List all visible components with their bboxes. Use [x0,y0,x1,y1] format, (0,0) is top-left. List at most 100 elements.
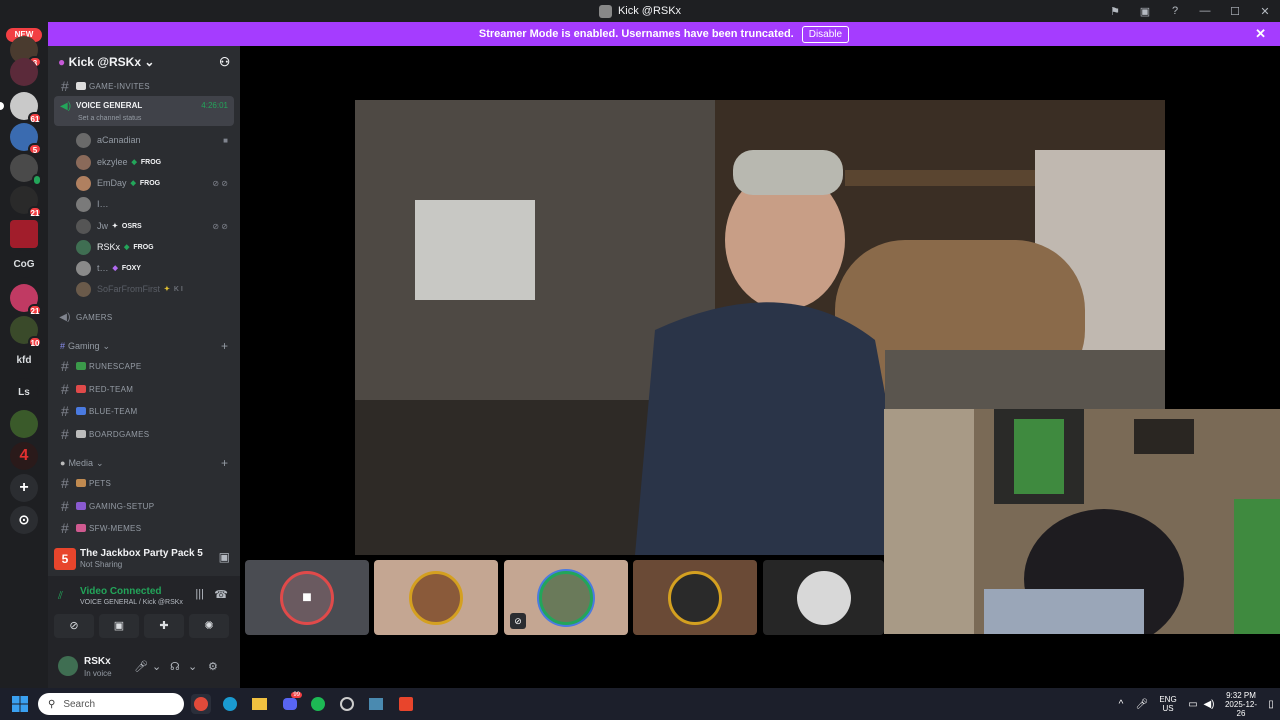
minimize-button[interactable]: — [1190,5,1220,17]
title-bar: Kick @RSKx ⚑ ▣ ? — ☐ ✕ [0,0,1280,22]
server-icon[interactable] [10,410,38,438]
disable-button[interactable]: Disable [801,25,850,43]
headphones-icon[interactable]: ☊ [170,660,180,673]
search-icon: ⚲ [48,698,56,710]
steam-icon[interactable] [366,694,386,714]
server-icon[interactable]: 61 [10,92,42,124]
speaker-icon: ◀) [60,101,72,112]
network-icon[interactable]: ▭ [1186,688,1200,720]
banner-text: Streamer Mode is enabled. Usernames have… [478,28,794,40]
window-title: Kick @RSKx [617,5,682,17]
close-window-button[interactable]: ✕ [1250,5,1280,18]
inbox-icon[interactable]: ⚑ [1100,5,1130,18]
server-ls[interactable]: Ls [10,378,38,406]
current-user: RSKx In voice 🎤︎ ⌄ ☊ ⌄ ⚙ [48,648,240,688]
disconnect-icon[interactable]: ☎ [214,588,228,601]
jackbox-icon: 5 [54,548,76,570]
taskbar: ⚲ Search 99 ^ 🎤︎ ENG US ▭ ◀) 9:32 PM 2025-… [0,688,1280,720]
notification-icon[interactable]: ▯ [1266,688,1276,720]
screen-icon[interactable]: ▣ [1130,5,1160,18]
server-icon[interactable] [10,58,38,86]
channel-red-team[interactable]: # RED-TEAM [48,379,240,399]
edge-icon[interactable] [220,694,240,714]
channel-sfw-memes[interactable]: # SFW-MEMES [48,518,240,538]
voice-user[interactable]: t… ◆ FOXY [76,258,232,278]
voice-channel-gamers[interactable]: ◀) GAMERS [48,307,240,327]
call-timer: 4:26:01 [201,101,228,110]
camera-icon: ■ [223,135,228,145]
category-media[interactable]: ● Media ⌄ + [48,454,240,472]
channel-blue-team[interactable]: # BLUE-TEAM [48,401,240,421]
add-server-icon[interactable]: + [10,474,38,502]
participant-tile[interactable] [763,560,884,635]
voice-user[interactable]: aCanadian ■ [76,130,232,150]
add-channel-icon: + [220,456,228,470]
server-kfd[interactable]: kfd [10,346,38,374]
language-indicator[interactable]: ENG US [1156,688,1180,720]
signal-icon[interactable]: ⫽ [58,590,63,603]
chevron-down-icon[interactable]: ⌄ [188,660,197,673]
microphone-icon[interactable]: 🎤︎ [134,660,148,673]
add-member-icon[interactable]: ⚇ [219,55,230,69]
runelite-icon[interactable] [337,694,357,714]
file-explorer-icon[interactable] [249,694,269,714]
gear-icon[interactable]: ⚙ [208,660,218,673]
server-cog[interactable]: CoG [10,250,38,278]
server-icon[interactable]: 5 [10,123,42,155]
server-icon[interactable]: 4 [10,442,38,470]
avatar[interactable] [58,656,78,676]
participant-tile[interactable]: ⊘ [504,560,628,635]
chevron-down-icon[interactable]: ⌄ [152,660,161,673]
maximize-button[interactable]: ☐ [1220,5,1250,18]
discord-icon[interactable]: 99 [280,692,302,714]
voice-user[interactable]: EmDay ◆ FROG ⊘ ⊘ [76,173,232,193]
muted-icon: ⊘ ⊘ [212,178,228,188]
voice-user-self[interactable]: RSKx ◆ FROG [76,237,232,257]
channel-sidebar: ● Kick @RSKx ⌄ ⚇ # GAME-INVITES ◀) VOICE … [48,46,240,540]
server-icon[interactable]: 10 [10,316,42,348]
channel-runescape[interactable]: # RUNESCAPE [48,356,240,376]
camera-off-button[interactable]: ⊘ [54,614,94,638]
channel-game-invites[interactable]: # GAME-INVITES [48,76,240,96]
muted-icon: ⊘ [510,613,526,629]
channel-boardgames[interactable]: # BOARDGAMES [48,424,240,444]
volume-icon[interactable]: ◀) [1202,688,1216,720]
discover-icon[interactable]: ⊙ [10,506,38,534]
share-screen-icon[interactable]: ▣ [219,550,230,564]
microphone-icon[interactable]: 🎤︎ [1134,688,1150,720]
channel-pets[interactable]: # PETS [48,473,240,493]
participant-tile[interactable] [633,560,757,635]
guild-name: Kick @RSKx [68,55,141,69]
voice-user[interactable]: Jw ✦ OSRS ⊘ ⊘ [76,216,232,236]
spotify-icon[interactable] [308,694,328,714]
screen-share-button[interactable]: ▣ [99,614,139,638]
voice-user[interactable]: I… [76,194,232,214]
chrome-icon[interactable] [191,694,211,714]
server-icon[interactable] [10,154,42,186]
participant-tile[interactable]: ■ [245,560,369,635]
voice-channel-general[interactable]: ◀) VOICE GENERAL Set a channel status 4:… [54,96,234,126]
activity-game[interactable]: 5 The Jackbox Party Pack 5 Not Sharing ▣ [48,540,240,576]
noise-suppression-icon[interactable]: ||| [195,588,204,600]
server-icon[interactable] [10,220,38,248]
voice-user[interactable]: SoFarFromFirst ✦ K I [76,279,232,299]
soundboard-button[interactable]: ✺ [189,614,229,638]
activities-button[interactable]: ✚ [144,614,184,638]
guild-header[interactable]: ● Kick @RSKx ⌄ ⚇ [48,46,240,78]
help-icon[interactable]: ? [1160,5,1190,17]
category-gaming[interactable]: # Gaming ⌄ + [48,337,240,355]
server-icon[interactable]: 21 [10,186,42,218]
chevron-down-icon: ⌄ [144,55,155,69]
close-icon[interactable]: ✕ [1255,26,1266,42]
taskbar-search[interactable]: ⚲ Search [38,693,184,715]
windows-start-icon[interactable] [12,696,28,712]
server-icon[interactable]: 21 [10,284,42,316]
channel-gaming-setup[interactable]: # GAMING-SETUP [48,496,240,516]
self-video-feed[interactable] [884,409,1280,634]
voice-user[interactable]: ekzylee ◆ FROG [76,152,232,172]
jackbox-icon[interactable] [396,694,416,714]
chevron-up-icon[interactable]: ^ [1114,688,1128,720]
app-icon [598,4,612,18]
participant-tile[interactable] [374,560,498,635]
clock[interactable]: 9:32 PM 2025-12-26 [1222,688,1260,720]
